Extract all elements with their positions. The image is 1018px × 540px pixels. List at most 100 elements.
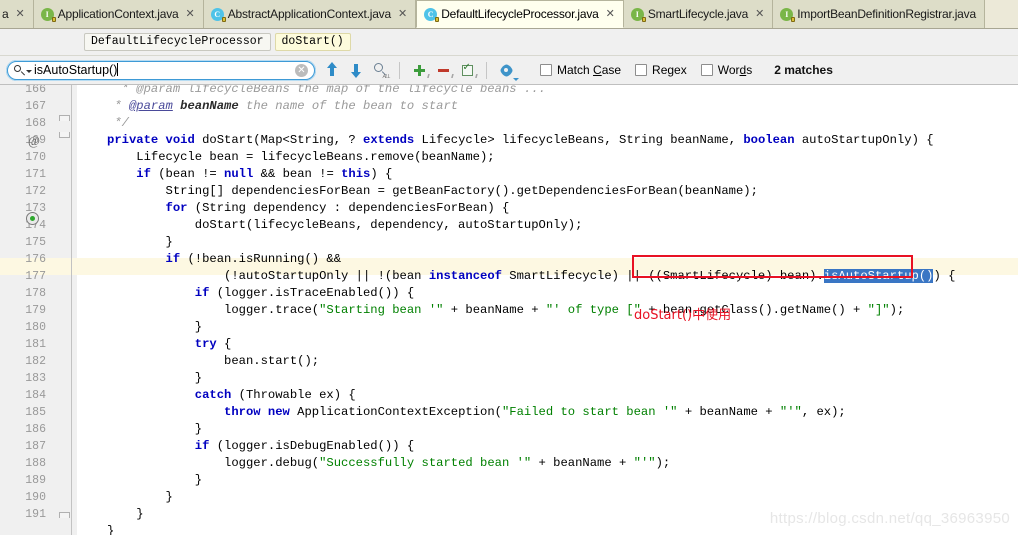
line-number: 184 — [25, 389, 46, 402]
code-line: catch (Throwable ex) { — [194, 388, 356, 402]
code-line: } — [107, 524, 115, 535]
watermark: https://blog.csdn.net/qq_36963950 — [769, 510, 1010, 527]
tab-partial-left[interactable]: a ✕ — [0, 0, 34, 28]
fold-region-start-icon[interactable] — [59, 132, 70, 138]
line-number: 172 — [25, 185, 46, 198]
select-all-occurrences-button[interactable]: II — [456, 60, 478, 81]
find-options: Match Case Regex Words — [540, 63, 752, 77]
line-number: 171 — [25, 168, 46, 181]
java-interface-icon: I — [780, 7, 796, 22]
breadcrumb-class[interactable]: DefaultLifecycleProcessor — [84, 32, 271, 52]
fold-region-end-icon[interactable] — [59, 512, 70, 518]
tab-label: ImportBeanDefinitionRegistrar.java — [797, 7, 976, 21]
close-icon[interactable]: ✕ — [606, 8, 615, 20]
tab-applicationcontext-java[interactable]: I ApplicationContext.java ✕ — [33, 0, 204, 28]
remove-selection-button[interactable]: II — [432, 60, 454, 81]
search-field[interactable]: isAutoStartup() ✕ — [6, 59, 316, 81]
line-number: 175 — [25, 236, 46, 249]
line-number: 183 — [25, 372, 46, 385]
line-number: 181 — [25, 338, 46, 351]
regex-checkbox[interactable]: Regex — [635, 63, 687, 77]
minus-icon — [437, 65, 449, 76]
code-folding-gutter — [55, 85, 77, 535]
find-next-button[interactable] — [345, 60, 367, 81]
code-line: */ — [107, 116, 129, 130]
tab-smartlifecycle-java[interactable]: I SmartLifecycle.java ✕ — [623, 0, 774, 28]
find-previous-button[interactable] — [321, 60, 343, 81]
line-number: 185 — [25, 406, 46, 419]
line-number: 182 — [25, 355, 46, 368]
match-case-label: Match Case — [557, 63, 622, 77]
words-label: Words — [717, 63, 753, 77]
override-marker-icon[interactable]: @ — [28, 132, 40, 149]
code-line: } — [107, 235, 173, 249]
checkbox-box[interactable] — [540, 64, 552, 76]
close-icon[interactable]: ✕ — [398, 8, 407, 20]
close-icon[interactable]: ✕ — [15, 8, 24, 20]
tab-defaultlifecycleprocessor-java[interactable]: C DefaultLifecycleProcessor.java ✕ — [416, 0, 624, 28]
code-line: bean.start(); — [107, 354, 320, 368]
java-class-icon: C — [424, 7, 440, 22]
code-line: String[] dependenciesForBean = getBeanFa… — [107, 184, 758, 198]
words-checkbox[interactable]: Words — [700, 63, 753, 77]
clear-search-icon[interactable]: ✕ — [295, 63, 308, 77]
close-icon[interactable]: ✕ — [186, 8, 195, 20]
tab-label: AbstractApplicationContext.java — [227, 7, 391, 21]
match-case-checkbox[interactable]: Match Case — [540, 63, 621, 77]
tab-label: DefaultLifecycleProcessor.java — [441, 7, 599, 21]
add-selection-button[interactable]: II — [408, 60, 430, 81]
caret-badge: II — [451, 73, 453, 80]
close-icon[interactable]: ✕ — [755, 8, 764, 20]
plus-icon — [413, 64, 425, 76]
java-interface-icon: I — [40, 7, 56, 22]
ide-window: a ✕ I ApplicationContext.java ✕ C Abstra… — [0, 0, 1018, 540]
find-settings-button[interactable] — [495, 60, 519, 81]
checkbox-box[interactable] — [700, 64, 713, 76]
line-number: 180 — [25, 321, 46, 334]
find-all-button[interactable]: ALL — [369, 60, 391, 81]
recursive-call-marker-icon[interactable] — [26, 212, 39, 225]
breadcrumb-method[interactable]: doStart() — [274, 32, 351, 52]
code-line: * @param beanName the name of the bean t… — [107, 99, 459, 113]
search-match-selected: isAutoStartup() — [823, 269, 934, 283]
line-number: 168 — [25, 117, 46, 130]
search-icon — [14, 64, 25, 76]
code-line: Lifecycle bean = lifecycleBeans.remove(b… — [107, 150, 495, 164]
code-editor[interactable]: 166 167 168 169 170 171 172 173 174 175 … — [0, 85, 1018, 535]
search-history-chevron-down-icon[interactable] — [26, 69, 32, 73]
line-number: 178 — [25, 287, 46, 300]
gutter-highlight — [55, 258, 77, 275]
code-line-highlighted: (!autoStartupOnly || !(bean instanceof S… — [107, 269, 956, 283]
annotation-note: doStart()中使用 — [634, 308, 732, 323]
caret-badge: II — [475, 73, 477, 80]
tab-label: SmartLifecycle.java — [647, 7, 749, 21]
chevron-down-icon — [513, 77, 519, 81]
code-line: if (logger.isTraceEnabled()) { — [194, 286, 415, 300]
line-number: 179 — [25, 304, 46, 317]
toolbar-divider — [399, 61, 400, 79]
code-line: * @param lifecycleBeans the map of the l… — [107, 85, 546, 96]
code-line: } — [107, 490, 173, 504]
find-toolbar: isAutoStartup() ✕ ALL II II II Match Cas… — [0, 56, 1018, 85]
line-number: 191 — [25, 508, 46, 521]
fold-region-end-icon[interactable] — [59, 115, 70, 121]
breadcrumb: DefaultLifecycleProcessor doStart() — [0, 29, 1018, 56]
tab-label: ApplicationContext.java — [57, 7, 179, 21]
line-number: 170 — [25, 151, 46, 164]
tab-importbeandefinitionregistrar-java[interactable]: I ImportBeanDefinitionRegistrar.java — [773, 0, 985, 28]
code-text-area[interactable]: * @param lifecycleBeans the map of the l… — [77, 85, 1018, 535]
caret-badge: II — [427, 73, 429, 80]
match-count-label: 2 matches — [774, 63, 833, 77]
tab-abstractapplicationcontext-java[interactable]: C AbstractApplicationContext.java ✕ — [203, 0, 417, 28]
find-nav-group: ALL — [316, 60, 396, 81]
checkbox-box[interactable] — [635, 64, 648, 76]
line-number: 186 — [25, 423, 46, 436]
code-line: if (logger.isDebugEnabled()) { — [194, 439, 415, 453]
text-caret — [117, 62, 119, 76]
code-line: for (String dependency : dependenciesFor… — [165, 201, 510, 215]
selection-group: II II II — [403, 60, 483, 81]
line-number: 187 — [25, 440, 46, 453]
search-input[interactable]: isAutoStartup() — [34, 62, 295, 79]
gear-icon — [500, 64, 513, 77]
java-class-icon: C — [210, 7, 226, 22]
